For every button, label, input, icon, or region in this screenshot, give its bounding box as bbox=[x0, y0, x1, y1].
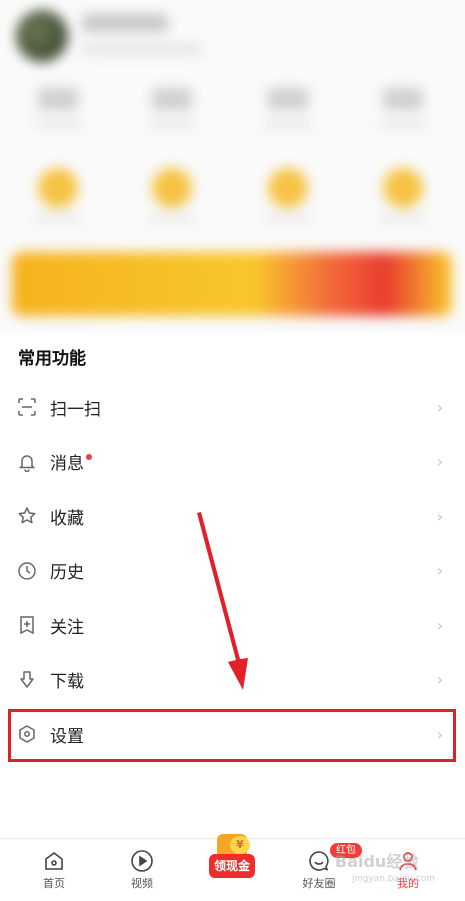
stat-label-blob bbox=[380, 120, 426, 128]
play-icon bbox=[131, 850, 153, 872]
nav-label: 首页 bbox=[43, 877, 65, 890]
feature-tile[interactable] bbox=[383, 168, 423, 208]
menu-item-label-text: 消息 bbox=[50, 454, 84, 475]
stat-blob[interactable] bbox=[152, 88, 192, 110]
stat-label-blob bbox=[265, 120, 311, 128]
unread-dot bbox=[86, 454, 92, 461]
nav-label: 我的 bbox=[397, 877, 419, 890]
section-title: 常用功能 bbox=[18, 349, 86, 369]
nav-label: 好友圈 bbox=[302, 877, 336, 890]
nav-label: 视频 bbox=[131, 877, 153, 890]
feature-tile-label bbox=[380, 214, 426, 222]
feature-tile-label bbox=[35, 214, 81, 222]
coin-icon: ¥ bbox=[230, 836, 250, 854]
menu-item-messages[interactable]: 消息 › bbox=[0, 435, 465, 490]
stats-row bbox=[0, 88, 465, 138]
common-functions-list: 扫一扫 › 消息 › 收藏 › 历史 › 关注 › 下载 › 设置 › bbox=[0, 380, 465, 762]
username-blurred bbox=[82, 14, 168, 32]
get-cash-button[interactable]: ¥ 领现金 bbox=[209, 834, 255, 884]
menu-item-history[interactable]: 历史 › bbox=[0, 544, 465, 599]
stat-label-blob bbox=[35, 120, 81, 128]
chevron-right-icon: › bbox=[436, 561, 443, 581]
nav-home[interactable]: 首页 bbox=[14, 839, 94, 901]
feature-tile[interactable] bbox=[38, 168, 78, 208]
chevron-right-icon: › bbox=[436, 397, 443, 417]
download-icon bbox=[17, 670, 37, 690]
menu-item-label: 历史 bbox=[50, 563, 84, 584]
get-cash-label: 领现金 bbox=[209, 854, 255, 878]
nav-video[interactable]: 视频 bbox=[102, 839, 182, 901]
chevron-right-icon: › bbox=[436, 670, 443, 690]
feature-tiles-row bbox=[0, 168, 465, 228]
scan-icon bbox=[17, 397, 37, 417]
menu-item-label: 消息 bbox=[50, 449, 92, 474]
clock-icon bbox=[17, 561, 37, 581]
home-icon bbox=[45, 852, 63, 870]
person-icon bbox=[399, 852, 417, 871]
cash-icon: ¥ bbox=[217, 834, 250, 856]
stat-label-blob bbox=[149, 120, 195, 128]
user-subtitle-blurred bbox=[82, 44, 202, 54]
menu-item-download[interactable]: 下载 › bbox=[0, 653, 465, 708]
menu-item-following[interactable]: 关注 › bbox=[0, 598, 465, 653]
menu-item-label: 收藏 bbox=[50, 508, 84, 529]
feature-tile-label bbox=[149, 214, 195, 222]
menu-item-scan[interactable]: 扫一扫 › bbox=[0, 380, 465, 435]
nav-mine[interactable]: 我的 bbox=[368, 839, 448, 901]
menu-item-favorites[interactable]: 收藏 › bbox=[0, 489, 465, 544]
red-packet-badge: 红包 bbox=[330, 843, 362, 858]
menu-item-label: 关注 bbox=[50, 617, 84, 638]
chevron-right-icon: › bbox=[436, 506, 443, 526]
menu-item-label: 扫一扫 bbox=[50, 399, 101, 420]
chat-icon bbox=[309, 851, 329, 871]
stat-blob[interactable] bbox=[38, 88, 78, 110]
star-icon bbox=[17, 506, 37, 526]
menu-item-label: 下载 bbox=[50, 672, 84, 693]
settings-highlight-box bbox=[8, 709, 456, 762]
chevron-right-icon: › bbox=[436, 615, 443, 635]
bell-icon bbox=[17, 452, 37, 472]
follow-icon bbox=[17, 615, 37, 635]
feature-tile[interactable] bbox=[152, 168, 192, 208]
chevron-right-icon: › bbox=[436, 452, 443, 472]
profile-header-blurred bbox=[0, 0, 465, 333]
feature-tile[interactable] bbox=[268, 168, 308, 208]
feature-tile-label bbox=[265, 214, 311, 222]
stat-blob[interactable] bbox=[383, 88, 423, 110]
promo-banner[interactable] bbox=[12, 252, 452, 316]
stat-blob[interactable] bbox=[268, 88, 308, 110]
avatar[interactable] bbox=[16, 10, 68, 62]
